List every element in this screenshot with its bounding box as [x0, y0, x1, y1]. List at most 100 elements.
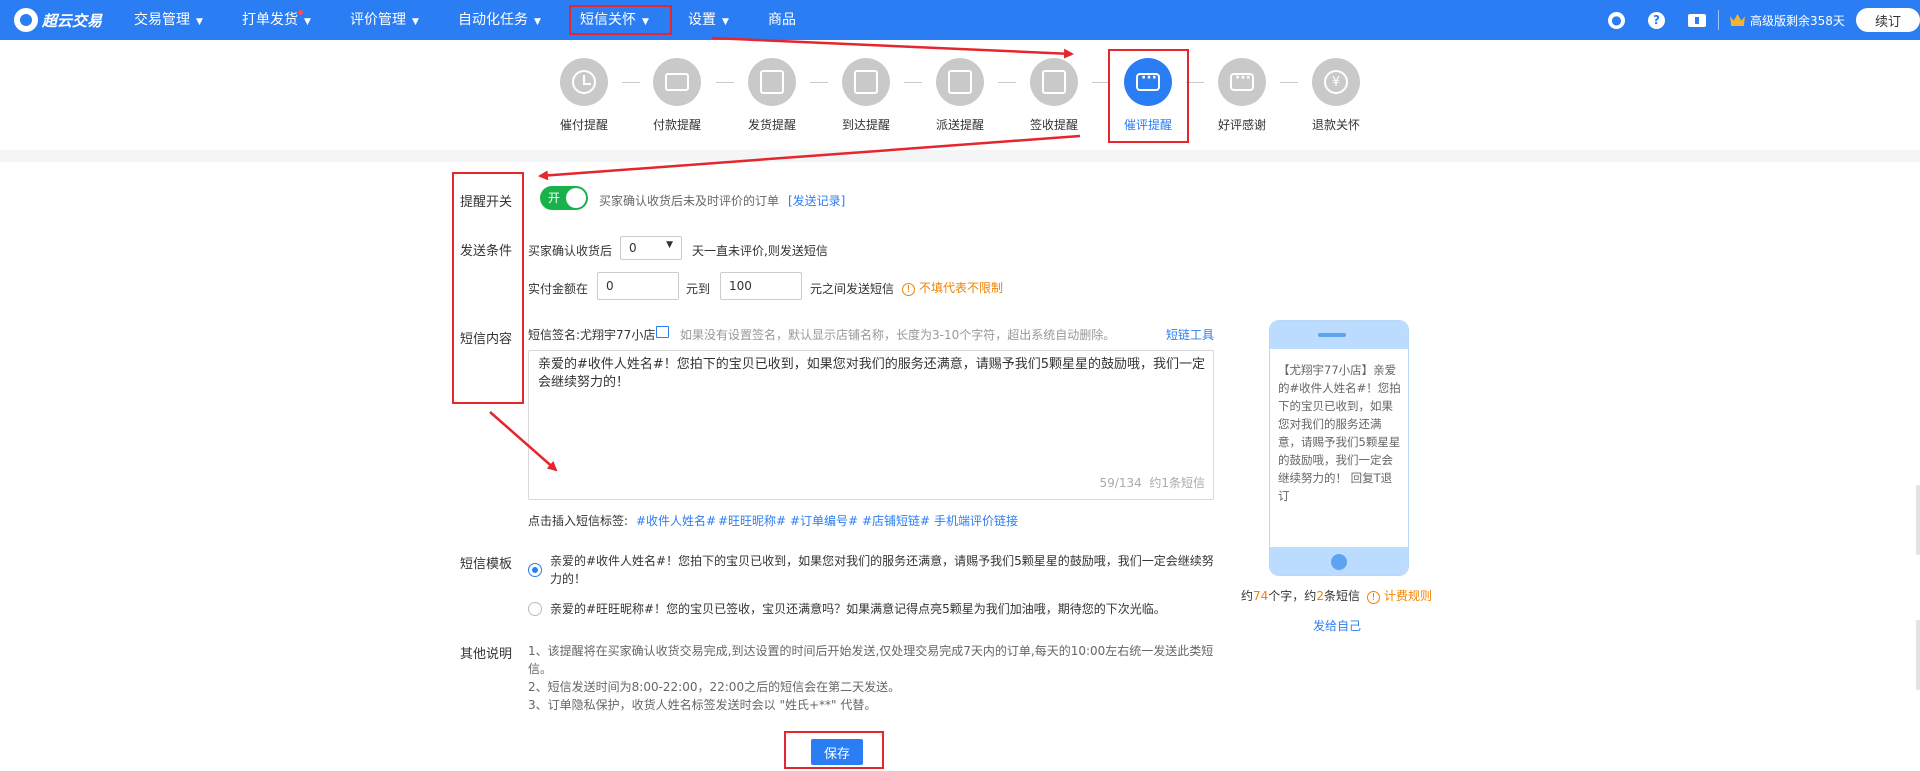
yen-icon: ¥	[1324, 70, 1348, 94]
note-item: 1、该提醒将在买家确认收货交易完成,到达设置的时间后开始发送,仅处理交易完成7天…	[528, 644, 1214, 676]
nav-item-products[interactable]: 商品	[768, 0, 796, 40]
send-record-link[interactable]: [发送记录]	[788, 192, 845, 209]
switch-description: 买家确认收货后未及时评价的订单	[599, 194, 780, 208]
insert-tags-label: 点击插入短信标签:	[528, 514, 629, 528]
billing-rule-link[interactable]: ! 计费规则	[1367, 587, 1432, 604]
nav-label: 评价管理	[350, 12, 406, 28]
nav-label: 商品	[768, 12, 796, 28]
step-refund-care[interactable]: ¥ 退款关怀	[1296, 58, 1376, 133]
divider	[1718, 0, 1719, 40]
tag-wangwang-nick[interactable]: #旺旺昵称#	[718, 512, 786, 529]
char-count: 59/134 约1条短信	[1100, 474, 1206, 491]
template-text-2[interactable]: 亲爱的#旺旺昵称#！您的宝贝已签收，宝贝还满意吗？如果满意记得点亮5颗星为我们加…	[550, 600, 1216, 618]
phone-bottom-bar	[1270, 547, 1408, 575]
tag-receiver-name[interactable]: #收件人姓名#	[636, 512, 716, 529]
thanks-chat-icon	[1230, 70, 1254, 91]
condition-days-prefix: 买家确认收货后	[528, 244, 613, 258]
annotation-highlight-box	[452, 172, 524, 404]
section-divider	[0, 150, 1920, 162]
new-dot-badge	[298, 10, 303, 15]
amount-hint: ! 不填代表不限制	[902, 279, 1003, 296]
nav-item-settings[interactable]: 设置 ▼	[688, 0, 729, 40]
annotation-highlight-box	[569, 5, 672, 35]
warning-icon: !	[902, 283, 915, 296]
help-icon: ?	[1648, 11, 1665, 29]
scrollbar-thumb[interactable]	[1916, 485, 1920, 555]
coupon-button[interactable]	[1688, 0, 1706, 40]
condition-amount-prefix: 实付金额在	[528, 282, 589, 296]
step-sign-reminder[interactable]: 签收提醒	[1014, 58, 1094, 133]
days-select-value: 0	[629, 241, 637, 255]
notification-button[interactable]: ●	[1608, 0, 1625, 40]
template-radio-1[interactable]	[528, 563, 542, 577]
send-to-self-link[interactable]: 发给自己	[1313, 617, 1361, 634]
step-circle	[936, 58, 984, 106]
amount-min-input[interactable]: 0	[597, 272, 679, 300]
info-icon: !	[1367, 591, 1380, 604]
version-text: 高级版剩余358天	[1750, 13, 1845, 28]
step-circle	[653, 58, 701, 106]
stat-prefix: 约	[1241, 589, 1254, 603]
tag-mobile-review-link[interactable]: 手机端评价链接	[934, 512, 1018, 529]
nav-item-review[interactable]: 评价管理 ▼	[350, 0, 419, 40]
step-arrive-reminder[interactable]: 到达提醒	[826, 58, 906, 133]
renew-button[interactable]: 续订	[1856, 8, 1920, 32]
step-label: 到达提醒	[841, 118, 890, 132]
step-label: 付款提醒	[652, 118, 701, 132]
renew-wrap: 续订	[1856, 0, 1920, 40]
reminder-toggle[interactable]: 开	[540, 186, 588, 210]
nav-item-print-ship[interactable]: 打单发货 ▼	[242, 0, 311, 40]
stat-sms-number: 2	[1316, 589, 1324, 603]
step-label: 退款关怀	[1311, 118, 1360, 132]
phone-home-button	[1331, 554, 1347, 570]
step-label: 好评感谢	[1217, 118, 1266, 132]
top-nav-bar: 超云交易 交易管理 ▼ 打单发货 ▼ 评价管理 ▼ 自动化任务 ▼ 短信关怀 ▼ 设置 ▼ …	[0, 0, 1920, 40]
annotation-arrow	[711, 36, 1074, 59]
stat-mid: 个字，约	[1268, 589, 1317, 603]
phone-speaker	[1318, 333, 1346, 337]
step-dispatch-reminder[interactable]: 派送提醒	[920, 58, 1000, 133]
help-button[interactable]: ?	[1648, 0, 1665, 40]
condition-days-suffix: 天一直未评价,则发送短信	[692, 244, 828, 258]
notes-list: 1、该提醒将在买家确认收货交易完成,到达设置的时间后开始发送,仅处理交易完成7天…	[528, 642, 1218, 714]
chevron-down-icon: ▼	[304, 17, 311, 27]
step-circle: ¥	[1312, 58, 1360, 106]
step-circle	[1030, 58, 1078, 106]
stat-suffix: 条短信	[1323, 589, 1360, 603]
sms-preview-phone: 【尤翔宇77小店】亲爱的#收件人姓名#！您拍下的宝贝已收到，如果您对我们的服务还…	[1269, 320, 1409, 576]
nav-label: 交易管理	[134, 12, 190, 28]
ship-box-icon	[760, 70, 784, 94]
signature-hint: 如果没有设置签名，默认显示店铺名称，长度为3-10个字符，超出系统自动删除。	[680, 328, 1116, 342]
nav-item-automation[interactable]: 自动化任务 ▼	[458, 0, 541, 40]
step-payment-reminder[interactable]: 催付提醒	[544, 58, 624, 133]
tag-shop-shortlink[interactable]: #店铺短链#	[862, 512, 930, 529]
toggle-knob	[566, 188, 586, 208]
nav-label: 自动化任务	[458, 12, 528, 28]
template-text-1[interactable]: 亲爱的#收件人姓名#！您拍下的宝贝已收到，如果您对我们的服务还满意，请赐予我们5…	[550, 552, 1216, 588]
amount-max-input[interactable]: 100	[720, 272, 802, 300]
tag-order-number[interactable]: #订单编号#	[790, 512, 858, 529]
chevron-down-icon: ▼	[412, 17, 419, 27]
dispatch-icon	[948, 70, 972, 94]
sms-content-text: 亲爱的#收件人姓名#！您拍下的宝贝已收到，如果您对我们的服务还满意，请赐予我们5…	[538, 357, 1206, 390]
condition-amount-mid: 元到	[686, 282, 711, 296]
signature-text: 短信签名:尤翔宇77小店	[528, 328, 656, 342]
step-thanks-reminder[interactable]: 好评感谢	[1202, 58, 1282, 133]
sms-content-textarea[interactable]: 亲爱的#收件人姓名#！您拍下的宝贝已收到，如果您对我们的服务还满意，请赐予我们5…	[528, 350, 1214, 500]
note-item: 2、短信发送时间为8:00-22:00，22:00之后的短信会在第二天发送。	[528, 680, 901, 694]
chevron-down-icon: ▼	[666, 240, 673, 250]
version-status: 高级版剩余358天	[1730, 0, 1845, 40]
step-label: 签收提醒	[1029, 118, 1078, 132]
days-select[interactable]: 0 ▼	[620, 236, 682, 260]
link-tool-button[interactable]: 短链工具	[1166, 326, 1214, 343]
app-logo[interactable]: 超云交易	[14, 8, 102, 32]
preview-stats: 约74个字，约2条短信	[1241, 587, 1360, 604]
edit-icon[interactable]	[656, 326, 669, 338]
step-ship-reminder[interactable]: 发货提醒	[732, 58, 812, 133]
stat-char-number: 74	[1253, 589, 1269, 603]
step-label: 派送提醒	[935, 118, 984, 132]
step-paid-reminder[interactable]: 付款提醒	[637, 58, 717, 133]
scrollbar-thumb[interactable]	[1916, 620, 1920, 690]
template-radio-2[interactable]	[528, 602, 542, 616]
nav-item-trade[interactable]: 交易管理 ▼	[134, 0, 203, 40]
